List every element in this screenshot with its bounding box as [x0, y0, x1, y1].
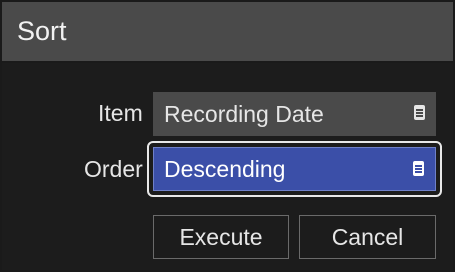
order-select-focus-ring[interactable]: Descending [147, 141, 442, 197]
order-select[interactable]: Descending [153, 147, 436, 191]
menu-icon [414, 105, 425, 120]
execute-button[interactable]: Execute [153, 215, 289, 259]
order-label: Order [84, 156, 143, 182]
sort-dialog: Sort Item Recording Date Order Descendin… [0, 0, 455, 272]
menu-icon [413, 161, 424, 176]
item-select[interactable]: Recording Date [153, 92, 436, 136]
dialog-title: Sort [17, 16, 67, 46]
dialog-title-bar: Sort [2, 2, 453, 63]
order-select-value: Descending [164, 156, 286, 182]
cancel-button[interactable]: Cancel [299, 215, 436, 259]
item-select-value: Recording Date [164, 101, 324, 127]
item-label: Item [98, 100, 143, 126]
